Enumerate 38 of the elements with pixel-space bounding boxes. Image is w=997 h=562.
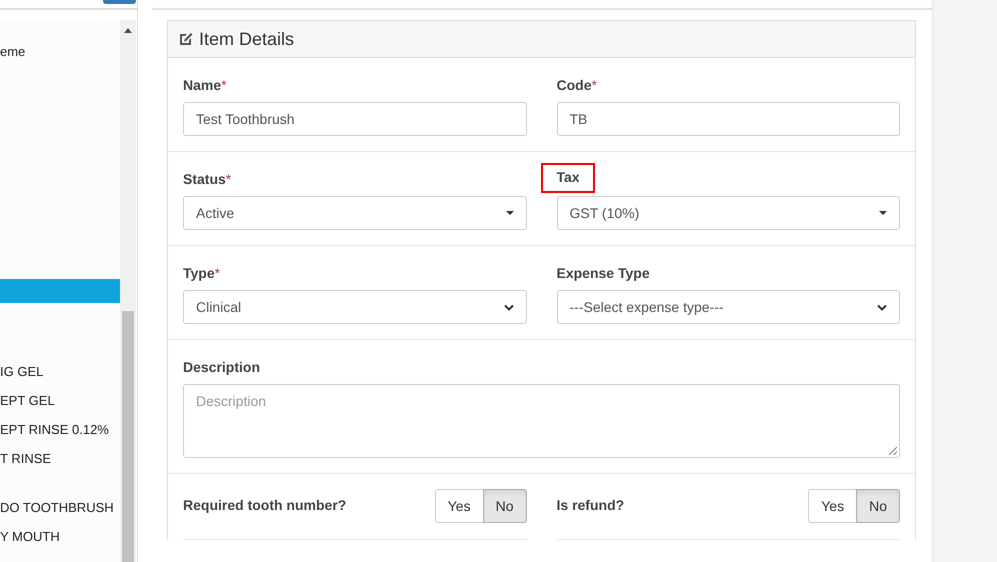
toggle-button[interactable]: Yes — [434, 489, 484, 523]
list-item[interactable]: DO TOOTHBRUSH — [0, 493, 120, 522]
field-label: Description — [182, 358, 262, 377]
caret-icon — [879, 211, 887, 215]
select-field[interactable]: Clinical — [183, 290, 526, 324]
field-label: Type* — [182, 264, 222, 283]
list-item[interactable]: IG GEL — [0, 357, 120, 386]
chevron-down-icon — [504, 304, 514, 310]
list-item[interactable]: eme — [0, 40, 120, 64]
field-label: Tax — [540, 163, 595, 193]
scrollbar-thumb[interactable] — [122, 311, 134, 562]
field-label: Expense Type — [556, 264, 651, 283]
button[interactable] — [103, 0, 136, 4]
chevron-down-icon — [877, 304, 887, 310]
input-field[interactable]: Test Toothbrush — [183, 102, 526, 136]
list-item[interactable]: Y MOUTH — [0, 522, 120, 551]
panel-title: Item Details — [199, 28, 294, 50]
toggle-label: Is refund? — [556, 497, 624, 513]
field-label: Status* — [182, 170, 232, 189]
toggle-button[interactable]: Yes — [808, 489, 858, 523]
field-label: Name* — [182, 76, 228, 95]
resize-grip-icon — [889, 447, 897, 455]
list-item[interactable] — [0, 279, 120, 303]
toggle-label: Required tooth number? — [183, 497, 346, 513]
toggle-button[interactable]: No — [482, 489, 526, 523]
caret-icon — [506, 211, 514, 215]
select-field[interactable]: ---Select expense type--- — [556, 290, 900, 324]
list-item[interactable]: EPT RINSE 0.12% — [0, 415, 120, 444]
scrollbar[interactable] — [120, 20, 136, 562]
dropdown[interactable]: Active — [183, 196, 526, 230]
field-label: Code* — [556, 76, 598, 95]
list-item[interactable]: EPT GEL — [0, 386, 120, 415]
list-item[interactable]: T RINSE — [0, 444, 120, 473]
edit-icon — [178, 32, 194, 46]
scroll-up-icon[interactable] — [124, 28, 132, 33]
input-field[interactable]: TB — [556, 102, 900, 136]
dropdown[interactable]: GST (10%) — [556, 196, 900, 230]
toggle-button[interactable]: No — [856, 489, 900, 523]
